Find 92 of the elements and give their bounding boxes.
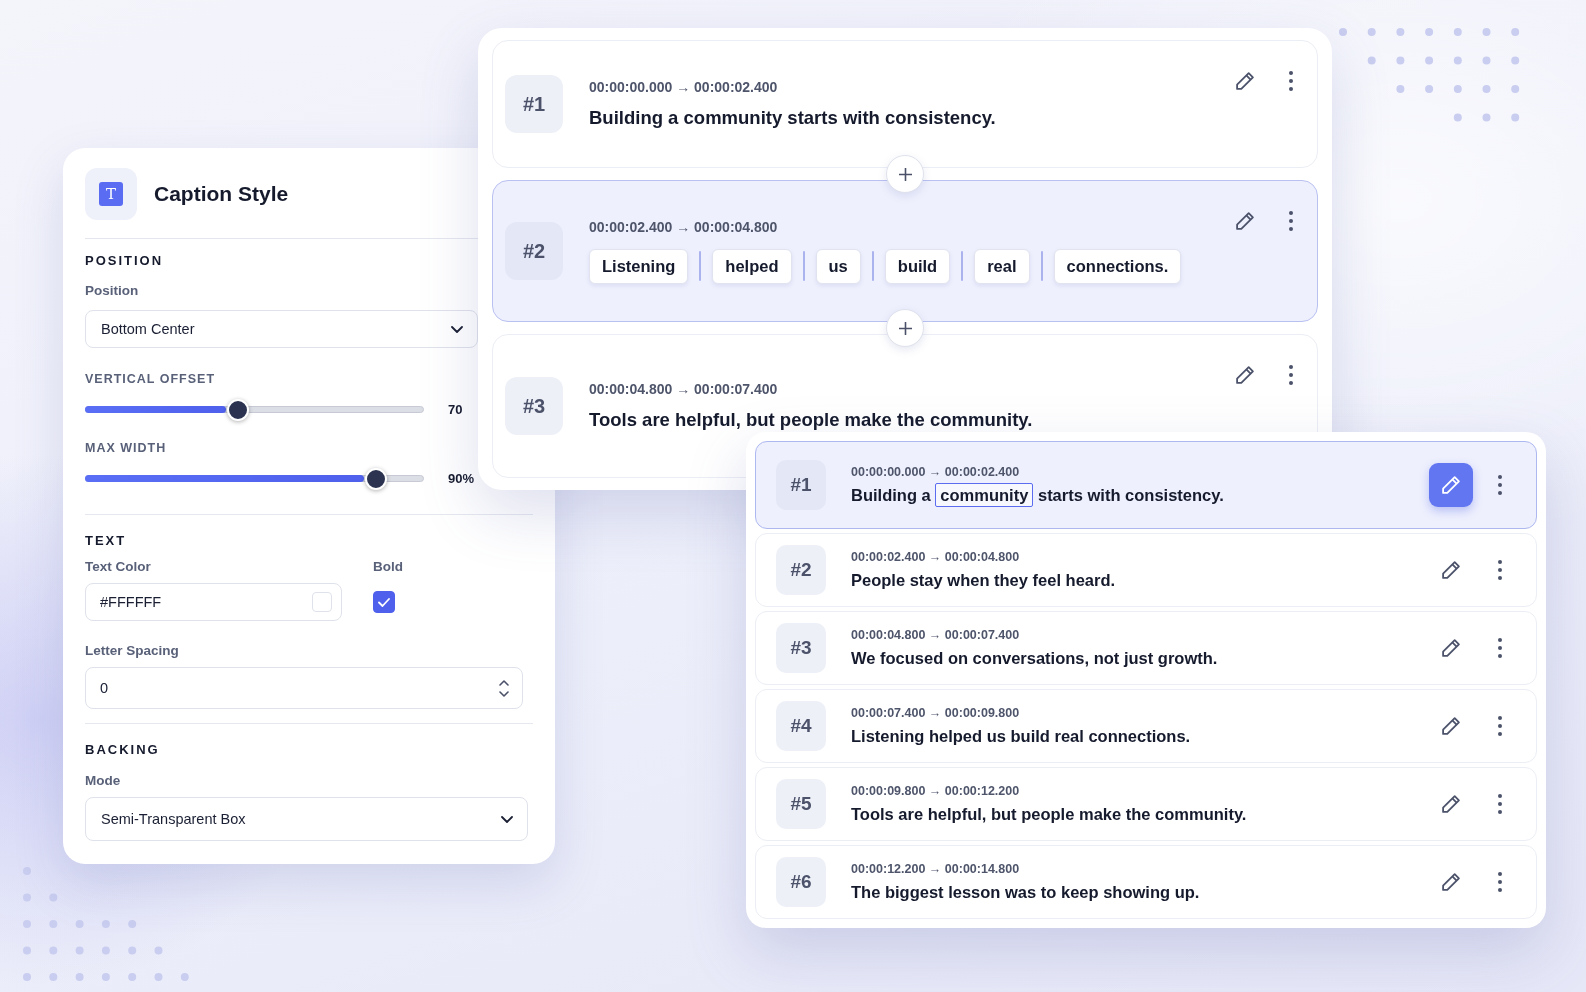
pencil-icon [1441,716,1461,736]
color-swatch-icon[interactable] [312,592,332,612]
word-chip[interactable]: build [884,248,951,284]
kebab-menu-icon[interactable] [1498,560,1502,580]
slider-label: VERTICAL OFFSET [85,372,217,386]
segment-timecode: 00:00:04.800 → 00:00:07.400 [851,628,1021,642]
segment-timecode: 00:00:04.800 → 00:00:07.400 [589,381,779,397]
chevron-down-icon [501,815,513,823]
segment-row[interactable]: #6 00:00:12.200 → 00:00:14.800 The biggest lesson was to keep showing up. [755,845,1537,919]
segment-number: #1 [505,75,563,133]
edit-button[interactable] [1441,794,1461,814]
pencil-icon [1441,638,1461,658]
spinner-arrows-icon[interactable] [499,679,509,697]
pencil-icon [1441,794,1461,814]
segment-timecode: 00:00:09.800 → 00:00:12.200 [851,784,1021,798]
plus-icon [898,167,912,181]
section-heading: TEXT [85,533,128,548]
segment-number: #1 [776,460,826,510]
segment-row[interactable]: #2 00:00:02.400 → 00:00:04.800 People stay when they feel heard. [755,533,1537,607]
pencil-icon [1441,475,1461,495]
segment-row[interactable]: #1 00:00:00.000 → 00:00:02.400 Building a community starts with consistency. [492,40,1318,168]
kebab-menu-icon[interactable] [1289,71,1293,91]
edit-button[interactable] [1441,716,1461,736]
segment-timecode: 00:00:00.000 → 00:00:02.400 [851,465,1021,479]
segment-timecode: 00:00:00.000 → 00:00:02.400 [589,79,779,95]
word-chip[interactable]: connections. [1053,248,1182,284]
field-label: Mode [85,773,122,788]
slider-value: 70 [448,402,464,417]
segment-number: #3 [505,377,563,435]
mode-dropdown[interactable]: Semi-Transparent Box [85,797,528,841]
word-chip[interactable]: helped [712,248,792,284]
segment-text: We focused on conversations, not just growth. [851,649,1219,668]
segment-text: Building a community starts with consistency. [589,107,997,129]
segment-row[interactable]: #3 00:00:04.800 → 00:00:07.400 We focused on conversations, not just growth. [755,611,1537,685]
pencil-icon [1441,560,1461,580]
segment-timecode: 00:00:07.400 → 00:00:09.800 [851,706,1021,720]
segment-row[interactable]: #4 00:00:07.400 → 00:00:09.800 Listening helped us build real connections. [755,689,1537,763]
field-label: Letter Spacing [85,643,180,658]
segment-text: Building a community starts with consistency. [851,486,1404,505]
edit-button[interactable] [1441,872,1461,892]
kebab-menu-icon[interactable] [1498,794,1502,814]
field-label: Position [85,283,140,298]
segment-text: Listening helped us build real connections. [851,727,1192,746]
slider-label: MAX WIDTH [85,441,168,455]
pencil-icon[interactable] [1235,71,1255,91]
slider-thumb[interactable] [226,398,249,421]
segment-number: #3 [776,623,826,673]
section-heading: POSITION [85,253,165,268]
word-chip[interactable]: Listening [589,248,689,284]
kebab-menu-icon[interactable] [1289,211,1293,231]
segment-row[interactable]: #2 00:00:02.400 → 00:00:04.800 Listening helped us build real connections. [492,180,1318,322]
bold-checkbox[interactable] [373,591,395,613]
segment-number: #4 [776,701,826,751]
slider-thumb[interactable] [364,467,387,490]
letter-spacing-field[interactable]: 0 [85,667,523,709]
kebab-menu-icon[interactable] [1498,475,1502,495]
text-color-field[interactable]: #FFFFFF [85,583,342,621]
segment-number: #2 [776,545,826,595]
segment-number: #5 [776,779,826,829]
position-dropdown[interactable]: Bottom Center [85,310,478,348]
chevron-down-icon [451,325,463,333]
edit-button[interactable] [1429,463,1473,507]
pencil-icon[interactable] [1235,365,1255,385]
word-chip[interactable]: us [815,248,861,284]
segment-timecode: 00:00:02.400 → 00:00:04.800 [851,550,1021,564]
segment-text: Tools are helpful, but people make the community. [851,805,1248,824]
kebab-menu-icon[interactable] [1289,365,1293,385]
segment-text: The biggest lesson was to keep showing up. [851,883,1201,902]
pencil-icon [1441,872,1461,892]
slider-value: 90% [448,471,476,486]
section-heading: BACKING [85,742,161,757]
segment-number: #6 [776,857,826,907]
kebab-menu-icon[interactable] [1498,638,1502,658]
edit-button[interactable] [1441,638,1461,658]
word-chip[interactable]: real [974,248,1030,284]
field-label: Text Color [85,559,152,574]
field-label: Bold [373,559,404,574]
panel-title: Caption Style [154,182,289,206]
segment-row[interactable]: #1 00:00:00.000 → 00:00:02.400 Building a community starts with consistency. [755,441,1537,529]
segment-number: #2 [505,222,563,280]
kebab-menu-icon[interactable] [1498,716,1502,736]
edit-button[interactable] [1441,560,1461,580]
plus-icon [898,321,912,335]
segment-timecode: 00:00:02.400 → 00:00:04.800 [589,218,779,235]
kebab-menu-icon[interactable] [1498,872,1502,892]
checkmark-icon [378,597,390,607]
pencil-icon[interactable] [1235,211,1255,231]
segment-timecode: 00:00:12.200 → 00:00:14.800 [851,862,1021,876]
segment-text: People stay when they feel heard. [851,571,1117,590]
segment-row[interactable]: #5 00:00:09.800 → 00:00:12.200 Tools are helpful, but people make the community. [755,767,1537,841]
segment-text: Tools are helpful, but people make the community. [589,409,1034,431]
text-style-icon: T [85,168,137,220]
